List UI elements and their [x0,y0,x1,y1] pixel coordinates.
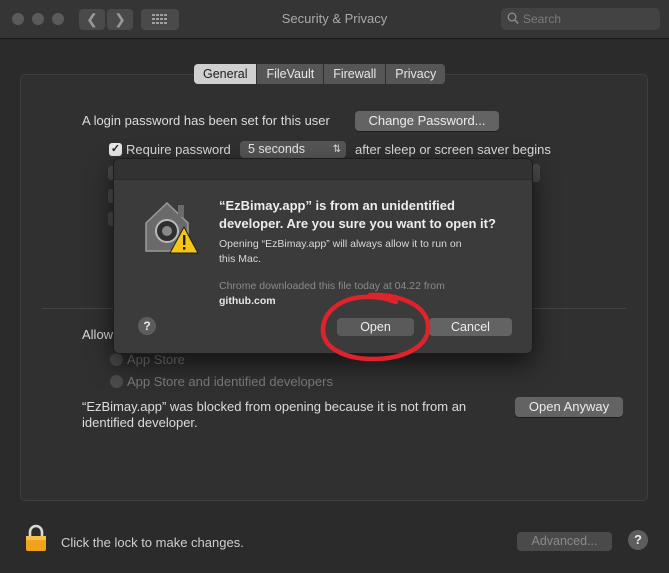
dialog-download-source: Chrome downloaded this file today at 04.… [219,279,509,309]
allow-apps-label: Allow [82,327,114,342]
search-field[interactable] [501,8,660,30]
blocked-app-text: “EzBimay.app” was blocked from opening b… [82,399,467,414]
dialog-open-button[interactable]: Open [337,318,414,336]
dialog-title-strip [114,159,532,180]
dialog-title-line-2: developer. Are you sure you want to open… [219,216,496,231]
dialog-source-line-1: Chrome downloaded this file today at 04.… [219,280,445,292]
chevron-updown-icon: ⇅ [332,144,341,155]
tab-firewall[interactable]: Firewall [324,64,387,84]
tab-privacy[interactable]: Privacy [386,64,446,84]
search-icon [507,12,519,25]
security-privacy-window: ❮ ❯ Security & Privacy General FileVault [0,0,669,573]
dialog-message-line-1: Opening “EzBimay.app” will always allow … [219,238,462,250]
lock-hint-text: Click the lock to make changes. [61,535,244,550]
gatekeeper-warning-icon [145,201,199,254]
title-bar: ❮ ❯ Security & Privacy [0,0,669,39]
radio-app-store[interactable] [110,353,123,366]
lock-icon[interactable] [25,524,47,552]
dialog-title-line-1: “EzBimay.app” is from an unidentified [219,198,455,213]
login-password-text: A login password has been set for this u… [82,113,330,128]
dialog-help-button[interactable]: ? [138,317,156,335]
unidentified-developer-dialog: “EzBimay.app” is from an unidentified de… [113,158,533,354]
dialog-title: “EzBimay.app” is from an unidentified de… [219,197,519,233]
hidden-field-edge [532,164,540,182]
dialog-cancel-button[interactable]: Cancel [429,318,512,336]
dialog-source-domain: github.com [219,295,276,307]
checkmark-icon: ✓ [110,143,121,155]
dialog-message-line-2: this Mac. [219,253,262,265]
after-sleep-text: after sleep or screen saver begins [355,142,551,157]
radio-app-store-identified-label: App Store and identified developers [127,374,333,389]
tab-filevault[interactable]: FileVault [257,64,325,84]
help-button[interactable]: ? [628,530,648,550]
tab-bar: General FileVault Firewall Privacy [194,64,446,84]
dialog-message: Opening “EzBimay.app” will always allow … [219,237,509,267]
open-anyway-button[interactable]: Open Anyway [515,397,623,417]
radio-app-store-label: App Store [127,352,185,367]
change-password-button[interactable]: Change Password... [355,111,499,131]
require-password-delay-select[interactable]: 5 seconds ⇅ [240,141,346,158]
radio-app-store-identified[interactable] [110,375,123,388]
search-input[interactable] [523,10,653,28]
advanced-button[interactable]: Advanced... [517,532,612,551]
blocked-app-text-2: identified developer. [82,415,198,430]
require-password-delay-value: 5 seconds [248,142,305,156]
require-password-checkbox[interactable]: ✓ [109,143,122,156]
tab-general[interactable]: General [194,64,258,84]
require-password-label: Require password [126,142,231,157]
